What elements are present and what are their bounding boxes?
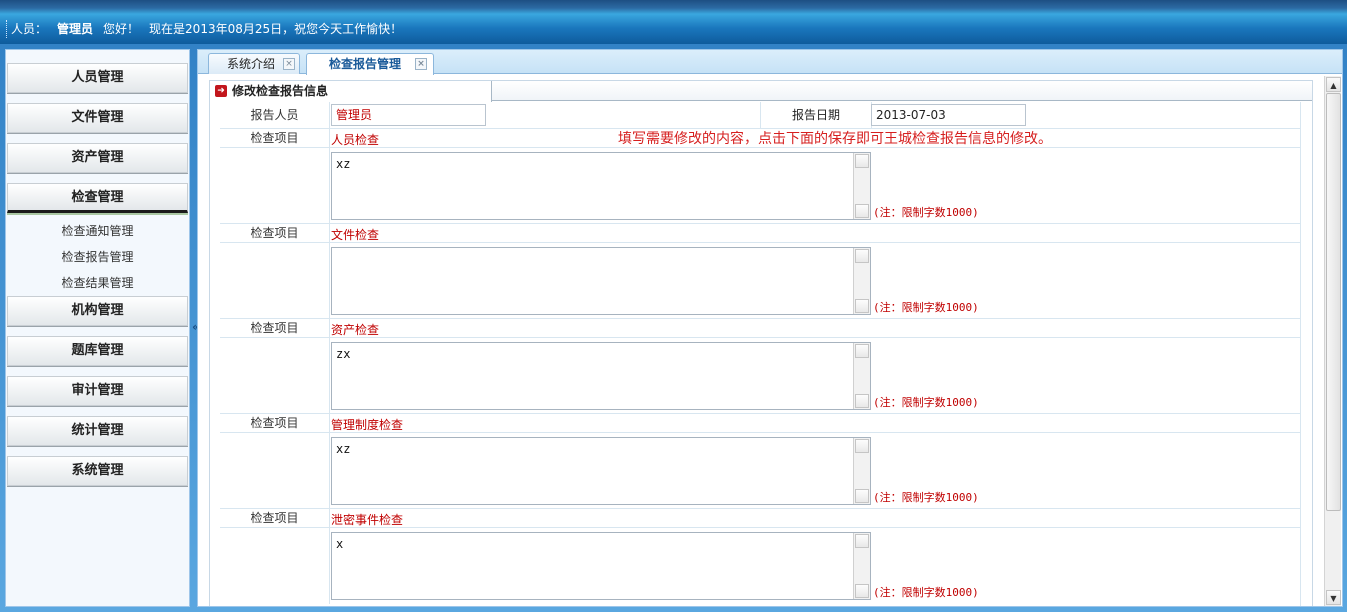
- item-textarea[interactable]: xz: [331, 152, 871, 220]
- item-textarea[interactable]: x: [331, 532, 871, 600]
- scroll-up-icon[interactable]: [855, 344, 869, 358]
- item-label: 检查项目: [220, 414, 330, 433]
- user-info-line: 人员： 管理员 您好！ 现在是2013年08月25日，祝您今天工作愉快！: [6, 20, 402, 38]
- empty-label-cell: [220, 528, 330, 604]
- top-banner: 人员： 管理员 您好！ 现在是2013年08月25日，祝您今天工作愉快！: [0, 0, 1347, 44]
- user-name: 管理员: [57, 22, 94, 36]
- tab-label: 系统介绍: [227, 57, 276, 71]
- item-content-row: (注：限制字数1000): [220, 243, 1300, 319]
- empty-label-cell: [220, 433, 330, 509]
- item-header-row: 检查项目 管理制度检查: [220, 414, 1300, 433]
- empty-label-cell: [220, 338, 330, 414]
- scroll-up-icon[interactable]: ▲: [1326, 77, 1341, 92]
- item-textarea[interactable]: xz: [331, 437, 871, 505]
- scroll-down-icon[interactable]: [855, 489, 869, 503]
- sidebar-item-system[interactable]: 系统管理: [7, 456, 188, 486]
- reporter-field[interactable]: 管理员: [331, 104, 486, 126]
- item-header-row: 检查项目 文件检查: [220, 224, 1300, 243]
- textarea-scrollbar[interactable]: [853, 438, 870, 504]
- scroll-up-icon[interactable]: [855, 249, 869, 263]
- item-header-row: 检查项目 泄密事件检查: [220, 509, 1300, 528]
- scroll-down-icon[interactable]: [855, 204, 869, 218]
- tab-bar: 系统介绍 × 检查报告管理 ×: [198, 50, 1342, 75]
- scroll-up-icon[interactable]: [855, 154, 869, 168]
- sidebar-item-question-bank[interactable]: 题库管理: [7, 336, 188, 366]
- scroll-up-icon[interactable]: [855, 534, 869, 548]
- sidebar-item-organization[interactable]: 机构管理: [7, 296, 188, 326]
- item-name: 文件检查: [331, 228, 380, 242]
- edit-report-panel: ➜ 修改检查报告信息 报告人员 管理员 报告日期 2013-07-03 检查项目…: [209, 80, 1313, 606]
- panel-header: ➜ 修改检查报告信息: [210, 81, 1312, 102]
- textarea-scrollbar[interactable]: [853, 343, 870, 409]
- panel-title-tab: ➜ 修改检查报告信息: [210, 81, 492, 102]
- sidebar-item-inspection[interactable]: 检查管理: [7, 183, 188, 213]
- limit-note: (注：限制字数1000): [873, 206, 979, 219]
- textarea-scrollbar[interactable]: [853, 248, 870, 314]
- limit-note: (注：限制字数1000): [873, 301, 979, 314]
- limit-note: (注：限制字数1000): [873, 586, 979, 599]
- sidebar-subitem-inspection-notice[interactable]: 检查通知管理: [6, 221, 189, 241]
- tab-inspection-report[interactable]: 检查报告管理 ×: [306, 53, 434, 75]
- item-name: 资产检查: [331, 323, 380, 337]
- sidebar: 人员管理 文件管理 资产管理 检查管理 检查通知管理 检查报告管理 检查结果管理…: [5, 49, 190, 607]
- date-text: 现在是2013年08月25日，祝您今天工作愉快！: [149, 22, 403, 36]
- hint-text: 填写需要修改的内容，点击下面的保存即可王城检查报告信息的修改。: [618, 131, 1052, 147]
- panel-title: 修改检查报告信息: [232, 84, 329, 98]
- sidebar-subitem-inspection-result[interactable]: 检查结果管理: [6, 273, 189, 293]
- sidebar-subitem-inspection-report[interactable]: 检查报告管理: [6, 247, 189, 267]
- sidebar-item-audit[interactable]: 审计管理: [7, 376, 188, 406]
- greeting: 您好！: [103, 22, 140, 36]
- item-label: 检查项目: [220, 224, 330, 243]
- app-window: 人员： 管理员 您好！ 现在是2013年08月25日，祝您今天工作愉快！ 人员管理 文…: [0, 0, 1347, 612]
- close-icon[interactable]: ×: [415, 58, 427, 70]
- page-scrollbar[interactable]: ▲ ▼: [1324, 76, 1341, 606]
- reporter-row: 报告人员 管理员 报告日期 2013-07-03: [220, 102, 1300, 129]
- tab-label: 检查报告管理: [329, 57, 402, 71]
- scroll-down-icon[interactable]: [855, 394, 869, 408]
- arrow-icon: ➜: [215, 85, 227, 97]
- empty-label-cell: [220, 243, 330, 319]
- empty-label-cell: [220, 148, 330, 224]
- tab-system-intro[interactable]: 系统介绍 ×: [208, 53, 300, 74]
- item-name: 人员检查: [331, 133, 380, 147]
- textarea-text: x: [336, 537, 344, 551]
- item-header-row: 检查项目 人员检查 填写需要修改的内容，点击下面的保存即可王城检查报告信息的修改…: [220, 129, 1300, 148]
- scroll-down-icon[interactable]: [855, 584, 869, 598]
- sidebar-item-personnel[interactable]: 人员管理: [7, 63, 188, 93]
- item-content-row: xz (注：限制字数1000): [220, 148, 1300, 224]
- textarea-scrollbar[interactable]: [853, 533, 870, 599]
- sidebar-item-assets[interactable]: 资产管理: [7, 143, 188, 173]
- item-content-row: zx (注：限制字数1000): [220, 338, 1300, 414]
- close-icon[interactable]: ×: [283, 58, 295, 70]
- main-area: 系统介绍 × 检查报告管理 × ➜ 修改检查报告信息 报告人员 管理员 报告日期…: [197, 49, 1343, 607]
- item-label: 检查项目: [220, 509, 330, 528]
- item-name: 管理制度检查: [331, 418, 404, 432]
- limit-note: (注：限制字数1000): [873, 491, 979, 504]
- textarea-text: xz: [336, 442, 351, 456]
- content-frame: ➜ 修改检查报告信息 报告人员 管理员 报告日期 2013-07-03 检查项目…: [201, 78, 1319, 606]
- item-name: 泄密事件检查: [331, 513, 404, 527]
- form-right-border: [1300, 102, 1301, 606]
- scroll-down-icon[interactable]: ▼: [1326, 590, 1341, 605]
- reporter-label: 报告人员: [220, 102, 330, 129]
- textarea-text: xz: [336, 157, 351, 171]
- item-textarea[interactable]: zx: [331, 342, 871, 410]
- item-content-row: x (注：限制字数1000): [220, 528, 1300, 604]
- report-date-field[interactable]: 2013-07-03: [871, 104, 1026, 126]
- sidebar-item-files[interactable]: 文件管理: [7, 103, 188, 133]
- textarea-scrollbar[interactable]: [853, 153, 870, 219]
- report-date-label: 报告日期: [791, 108, 840, 122]
- limit-note: (注：限制字数1000): [873, 396, 979, 409]
- item-header-row: 检查项目 资产检查: [220, 319, 1300, 338]
- item-label: 检查项目: [220, 319, 330, 338]
- sidebar-item-statistics[interactable]: 统计管理: [7, 416, 188, 446]
- item-label: 检查项目: [220, 129, 330, 148]
- user-label: 人员：: [11, 22, 48, 36]
- item-textarea[interactable]: [331, 247, 871, 315]
- scroll-thumb[interactable]: [1326, 93, 1341, 511]
- item-content-row: xz (注：限制字数1000): [220, 433, 1300, 509]
- scroll-up-icon[interactable]: [855, 439, 869, 453]
- textarea-text: zx: [336, 347, 351, 361]
- scroll-down-icon[interactable]: [855, 299, 869, 313]
